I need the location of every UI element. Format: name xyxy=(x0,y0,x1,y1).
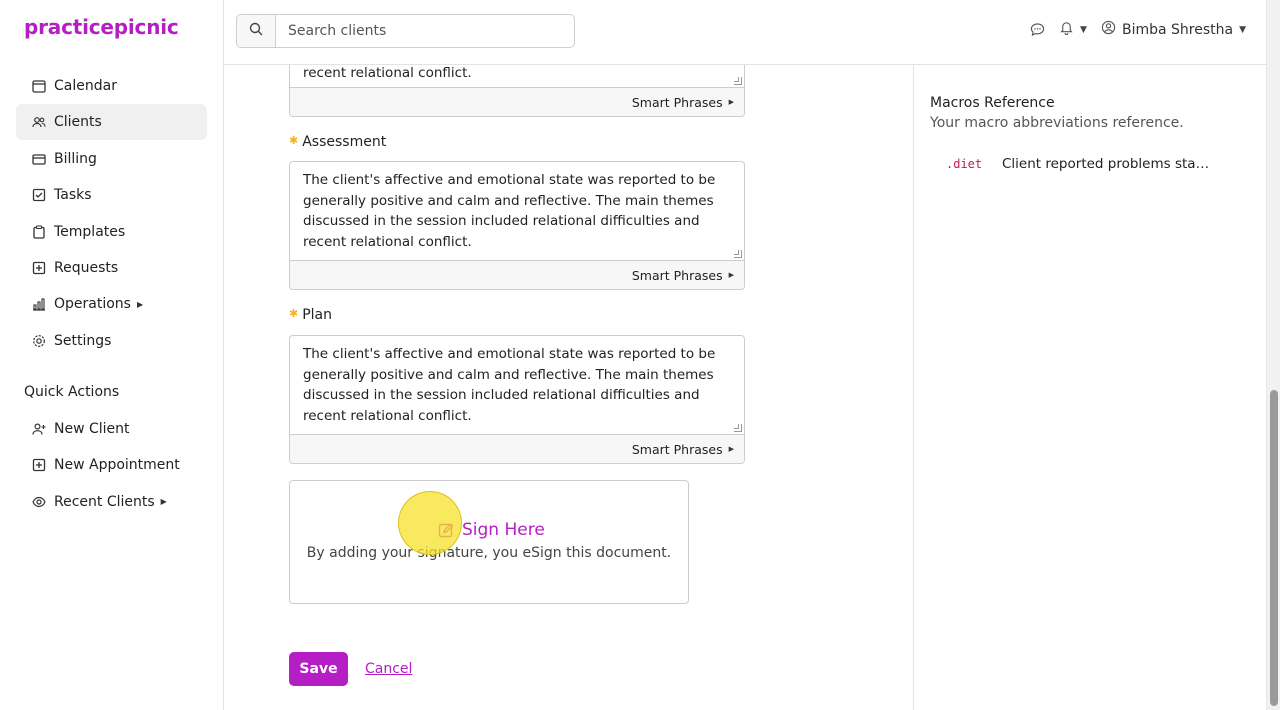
top-bar: ▼ Bimba Shrestha ▼ xyxy=(224,0,1266,65)
macros-panel: Macros Reference Your macro abbreviation… xyxy=(913,65,1266,710)
quick-action-label: New Client xyxy=(54,421,130,437)
sidebar-item-label: Calendar xyxy=(54,78,117,94)
quick-actions-title: Quick Actions xyxy=(24,384,120,400)
quick-action-recent-clients[interactable]: Recent Clients ▶ xyxy=(16,484,207,520)
resize-handle[interactable] xyxy=(734,424,742,432)
macros-subtitle: Your macro abbreviations reference. xyxy=(930,115,1184,131)
sidebar: practicepicnic Calendar Clients Billing … xyxy=(0,0,224,710)
sidebar-item-tasks[interactable]: Tasks xyxy=(16,177,207,213)
calendar-icon xyxy=(32,79,46,93)
caret-right-icon: ▶ xyxy=(136,299,144,309)
sidebar-item-operations[interactable]: Operations ▶ xyxy=(16,286,207,322)
checkbox-icon xyxy=(32,188,46,202)
macro-code: .diet xyxy=(946,157,983,171)
signature-description: By adding your signature, you eSign this… xyxy=(306,545,672,561)
quick-action-label: New Appointment xyxy=(54,457,180,474)
plan-field: The client's affective and emotional sta… xyxy=(289,335,745,464)
caret-right-icon: ▶ xyxy=(728,98,734,106)
user-circle-icon xyxy=(1101,20,1116,39)
save-button[interactable]: Save xyxy=(289,652,348,686)
sidebar-item-settings[interactable]: Settings xyxy=(16,323,207,359)
smart-phrases-label: Smart Phrases xyxy=(631,267,723,283)
quick-action-label: Recent Clients xyxy=(54,493,155,510)
assessment-text: The client's affective and emotional sta… xyxy=(303,172,716,250)
search-button[interactable] xyxy=(237,15,276,47)
smart-phrases-label: Smart Phrases xyxy=(631,441,723,457)
caret-right-icon: ▶ xyxy=(728,445,734,453)
gear-icon xyxy=(32,334,46,348)
quick-action-new-appointment[interactable]: New Appointment xyxy=(16,447,207,483)
plan-textarea[interactable]: The client's affective and emotional sta… xyxy=(290,336,744,435)
sign-here-label: Sign Here xyxy=(462,520,545,540)
smart-phrases-button[interactable]: Smart Phrases ▶ xyxy=(290,261,744,289)
bar-chart-icon xyxy=(32,297,46,311)
assessment-label: ✱ Assessment xyxy=(289,134,386,150)
assessment-label-text: Assessment xyxy=(302,134,387,150)
resize-handle[interactable] xyxy=(734,77,742,85)
previous-note-text: recent relational conflict. xyxy=(303,65,472,81)
cancel-link[interactable]: Cancel xyxy=(365,661,412,677)
eye-icon xyxy=(32,495,46,509)
plus-square-icon xyxy=(32,261,46,275)
bell-icon xyxy=(1059,20,1074,39)
sidebar-item-label: Requests xyxy=(54,259,119,276)
clipboard-icon xyxy=(32,225,46,239)
resize-handle[interactable] xyxy=(734,250,742,258)
sidebar-item-clients[interactable]: Clients xyxy=(16,104,207,141)
users-icon xyxy=(32,115,46,129)
sidebar-item-calendar[interactable]: Calendar xyxy=(16,68,207,104)
plan-label: ✱ Plan xyxy=(289,307,332,323)
smart-phrases-button[interactable]: Smart Phrases ▶ xyxy=(290,88,744,116)
sidebar-item-label: Tasks xyxy=(54,187,92,204)
credit-card-icon xyxy=(32,152,46,166)
caret-right-icon: ▶ xyxy=(160,497,167,507)
top-actions: ▼ Bimba Shrestha ▼ xyxy=(1030,20,1246,39)
plan-label-text: Plan xyxy=(302,307,333,323)
assessment-field: The client's affective and emotional sta… xyxy=(289,161,745,290)
sidebar-item-label: Billing xyxy=(54,150,97,167)
app-logo[interactable]: practicepicnic xyxy=(24,15,179,39)
user-menu[interactable]: Bimba Shrestha ▼ xyxy=(1101,20,1246,39)
smart-phrases-button[interactable]: Smart Phrases ▶ xyxy=(290,435,744,463)
notifications-dropdown[interactable]: ▼ xyxy=(1059,20,1087,39)
user-plus-icon xyxy=(32,422,46,436)
required-marker: ✱ xyxy=(289,134,299,147)
sidebar-item-billing[interactable]: Billing xyxy=(16,141,207,177)
smart-phrases-label: Smart Phrases xyxy=(631,94,723,110)
search-bar xyxy=(236,14,575,48)
calendar-plus-icon xyxy=(32,458,46,472)
quick-actions-list: New Client New Appointment Recent Client… xyxy=(16,411,207,520)
user-name: Bimba Shrestha xyxy=(1121,21,1234,38)
plan-text: The client's affective and emotional sta… xyxy=(303,346,716,424)
cursor-highlight xyxy=(398,491,462,555)
search-input[interactable] xyxy=(276,15,574,47)
sidebar-nav: Calendar Clients Billing Tasks Templates… xyxy=(16,68,207,359)
caret-right-icon: ▶ xyxy=(728,271,734,279)
chevron-down-icon: ▼ xyxy=(1080,24,1087,35)
previous-note-textarea[interactable]: recent relational conflict. xyxy=(290,65,744,88)
chevron-down-icon: ▼ xyxy=(1239,24,1246,35)
macros-title: Macros Reference xyxy=(930,95,1055,111)
chat-icon[interactable] xyxy=(1030,22,1045,37)
scrollbar-thumb[interactable] xyxy=(1270,390,1278,706)
quick-action-new-client[interactable]: New Client xyxy=(16,411,207,447)
sidebar-item-label: Templates xyxy=(54,223,126,240)
sidebar-item-requests[interactable]: Requests xyxy=(16,250,207,286)
sidebar-item-label: Settings xyxy=(54,332,112,349)
search-icon xyxy=(249,22,263,40)
macro-row[interactable]: .diet Client reported problems stayi... xyxy=(946,156,1236,172)
macro-text: Client reported problems stayi... xyxy=(1002,156,1214,172)
sidebar-item-label: Clients xyxy=(54,114,102,131)
signature-box[interactable]: Sign Here By adding your signature, you … xyxy=(289,480,689,604)
previous-note-field: recent relational conflict. Smart Phrase… xyxy=(289,65,745,117)
main-content: recent relational conflict. Smart Phrase… xyxy=(224,65,914,710)
sidebar-item-label: Operations xyxy=(54,296,131,313)
required-marker: ✱ xyxy=(289,307,299,320)
page-scrollbar[interactable] xyxy=(1266,0,1280,710)
assessment-textarea[interactable]: The client's affective and emotional sta… xyxy=(290,162,744,261)
sidebar-item-templates[interactable]: Templates xyxy=(16,214,207,250)
